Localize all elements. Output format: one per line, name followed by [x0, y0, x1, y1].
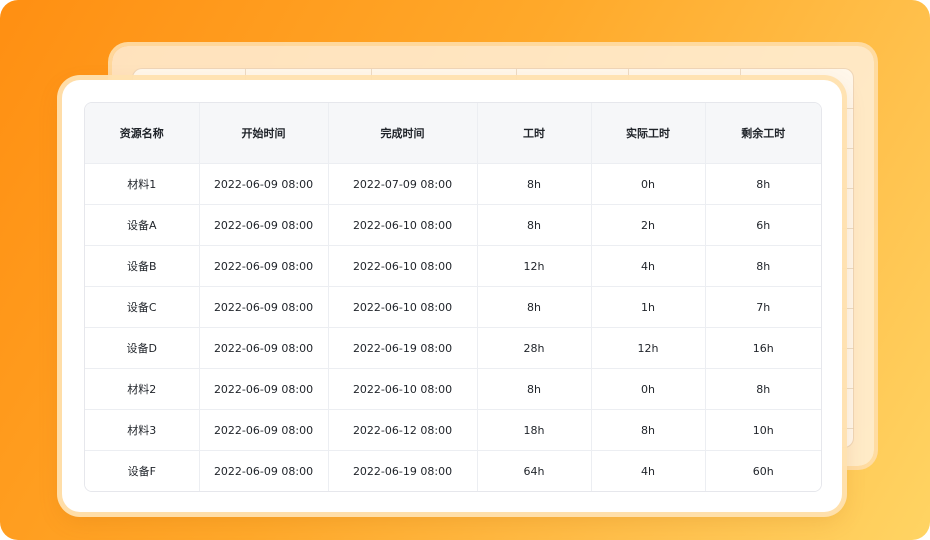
cell-start-time: 2022-06-09 08:00 — [199, 450, 329, 491]
table-header-row: 资源名称 开始时间 完成时间 工时 实际工时 剩余工时 — [85, 103, 821, 164]
cell-start-time: 2022-06-09 08:00 — [199, 286, 329, 328]
cell-actual-hours: 8h — [591, 409, 706, 451]
cell-start-time: 2022-06-09 08:00 — [199, 163, 329, 205]
cell-start-time: 2022-06-09 08:00 — [199, 245, 329, 287]
cell-resource-name: 设备C — [85, 286, 200, 328]
cell-resource-name: 设备F — [85, 450, 200, 491]
table-row[interactable]: 设备A 2022-06-09 08:00 2022-06-10 08:00 8h… — [85, 204, 821, 246]
table-row[interactable]: 设备C 2022-06-09 08:00 2022-06-10 08:00 8h… — [85, 286, 821, 328]
cell-work-hours: 8h — [477, 163, 592, 205]
cell-work-hours: 8h — [477, 204, 592, 246]
cell-finish-time: 2022-06-12 08:00 — [328, 409, 478, 451]
table-row[interactable]: 材料3 2022-06-09 08:00 2022-06-12 08:00 18… — [85, 409, 821, 451]
cell-actual-hours: 0h — [591, 163, 706, 205]
table-row[interactable]: 设备D 2022-06-09 08:00 2022-06-19 08:00 28… — [85, 327, 821, 369]
cell-work-hours: 12h — [477, 245, 592, 287]
cell-finish-time: 2022-06-10 08:00 — [328, 286, 478, 328]
cell-actual-hours: 2h — [591, 204, 706, 246]
cell-remaining-hours: 60h — [705, 450, 821, 491]
cell-resource-name: 设备D — [85, 327, 200, 369]
cell-work-hours: 64h — [477, 450, 592, 491]
cell-resource-name: 材料2 — [85, 368, 200, 410]
cell-finish-time: 2022-06-10 08:00 — [328, 204, 478, 246]
column-header-start-time[interactable]: 开始时间 — [199, 103, 329, 164]
cell-remaining-hours: 8h — [705, 163, 821, 205]
cell-resource-name: 材料1 — [85, 163, 200, 205]
resource-table: 资源名称 开始时间 完成时间 工时 实际工时 剩余工时 材料1 2022-06-… — [84, 102, 822, 492]
cell-finish-time: 2022-06-10 08:00 — [328, 368, 478, 410]
cell-remaining-hours: 6h — [705, 204, 821, 246]
cell-remaining-hours: 8h — [705, 368, 821, 410]
column-header-work-hours[interactable]: 工时 — [477, 103, 592, 164]
column-header-actual-hours[interactable]: 实际工时 — [591, 103, 706, 164]
cell-start-time: 2022-06-09 08:00 — [199, 204, 329, 246]
cell-actual-hours: 0h — [591, 368, 706, 410]
resource-table-card: 资源名称 开始时间 完成时间 工时 实际工时 剩余工时 材料1 2022-06-… — [62, 80, 842, 512]
cell-finish-time: 2022-07-09 08:00 — [328, 163, 478, 205]
table-row[interactable]: 设备F 2022-06-09 08:00 2022-06-19 08:00 64… — [85, 450, 821, 491]
cell-actual-hours: 1h — [591, 286, 706, 328]
column-header-resource-name[interactable]: 资源名称 — [85, 103, 200, 164]
cell-remaining-hours: 10h — [705, 409, 821, 451]
cell-finish-time: 2022-06-19 08:00 — [328, 327, 478, 369]
table-row[interactable]: 设备B 2022-06-09 08:00 2022-06-10 08:00 12… — [85, 245, 821, 287]
table-row[interactable]: 材料2 2022-06-09 08:00 2022-06-10 08:00 8h… — [85, 368, 821, 410]
cell-work-hours: 28h — [477, 327, 592, 369]
cell-work-hours: 8h — [477, 286, 592, 328]
cell-remaining-hours: 16h — [705, 327, 821, 369]
cell-start-time: 2022-06-09 08:00 — [199, 327, 329, 369]
column-header-remaining-hours[interactable]: 剩余工时 — [705, 103, 821, 164]
column-header-finish-time[interactable]: 完成时间 — [328, 103, 478, 164]
cell-work-hours: 8h — [477, 368, 592, 410]
cell-start-time: 2022-06-09 08:00 — [199, 409, 329, 451]
cell-remaining-hours: 7h — [705, 286, 821, 328]
cell-start-time: 2022-06-09 08:00 — [199, 368, 329, 410]
cell-actual-hours: 4h — [591, 245, 706, 287]
cell-finish-time: 2022-06-19 08:00 — [328, 450, 478, 491]
cell-work-hours: 18h — [477, 409, 592, 451]
cell-remaining-hours: 8h — [705, 245, 821, 287]
cell-resource-name: 材料3 — [85, 409, 200, 451]
cell-actual-hours: 4h — [591, 450, 706, 491]
table-row[interactable]: 材料1 2022-06-09 08:00 2022-07-09 08:00 8h… — [85, 163, 821, 205]
cell-resource-name: 设备A — [85, 204, 200, 246]
cell-resource-name: 设备B — [85, 245, 200, 287]
cell-finish-time: 2022-06-10 08:00 — [328, 245, 478, 287]
background: 资源名称 开始时间 完成时间 工时 实际工时 剩余工时 材料1 2022-06-… — [0, 0, 930, 540]
cell-actual-hours: 12h — [591, 327, 706, 369]
